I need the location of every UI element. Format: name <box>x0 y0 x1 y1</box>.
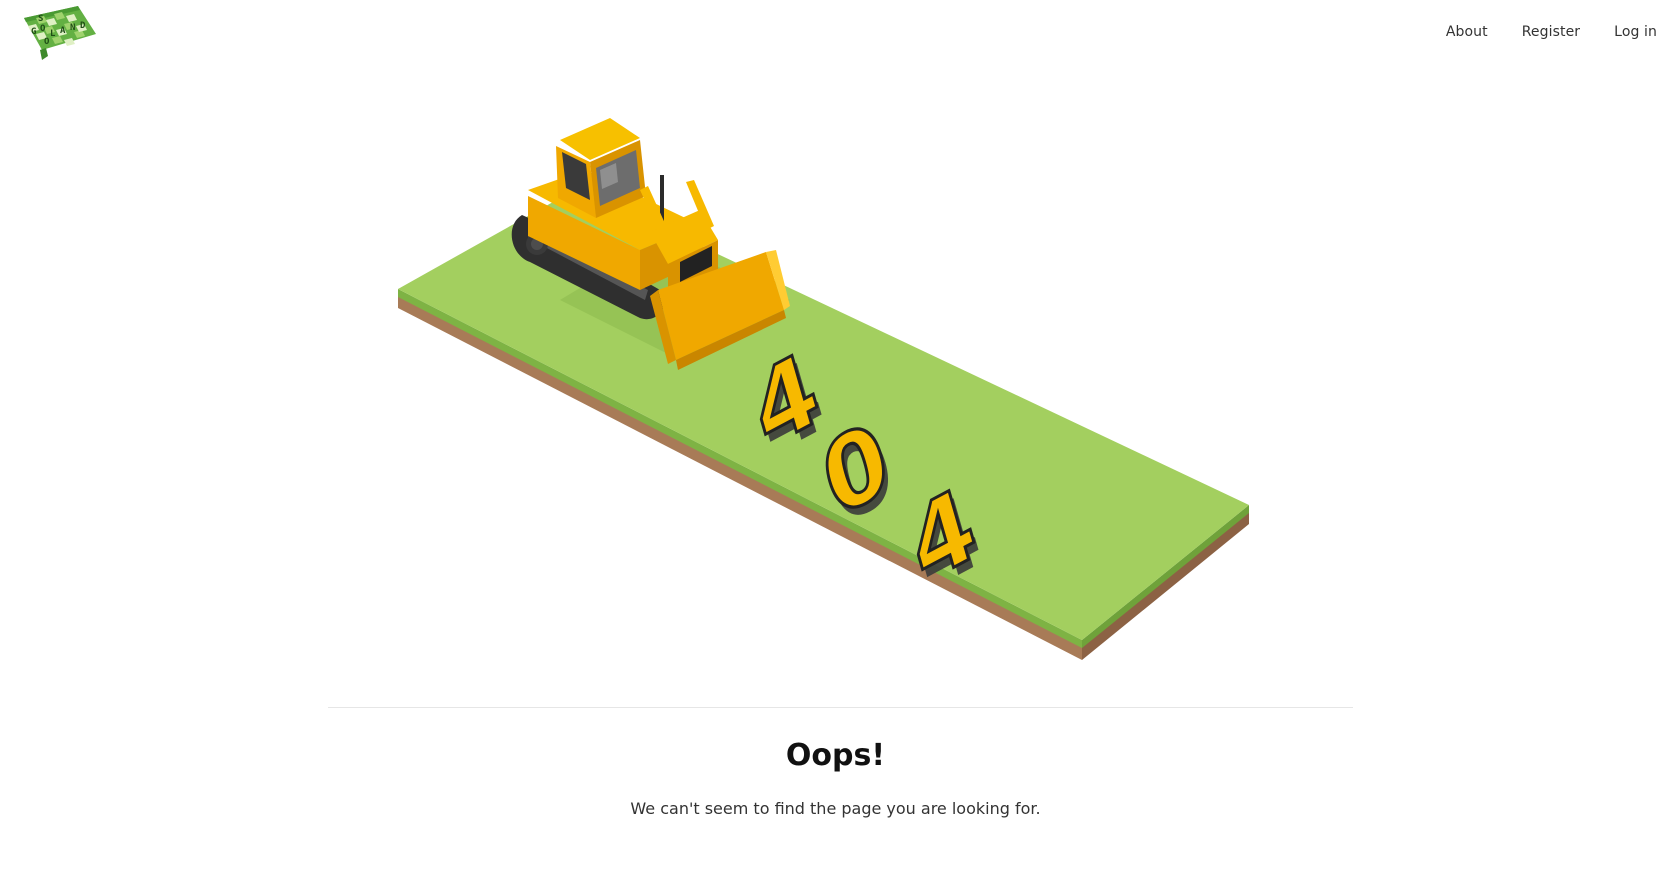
error-message: We can't seem to find the page you are l… <box>630 799 1041 818</box>
section-divider <box>328 707 1353 708</box>
bulldozer-404-illustration: 4 4 0 0 4 4 <box>398 118 1249 660</box>
error-title: Oops! <box>785 738 886 773</box>
page: S G O L A N D O About Register Log in 4 … <box>0 0 1671 872</box>
